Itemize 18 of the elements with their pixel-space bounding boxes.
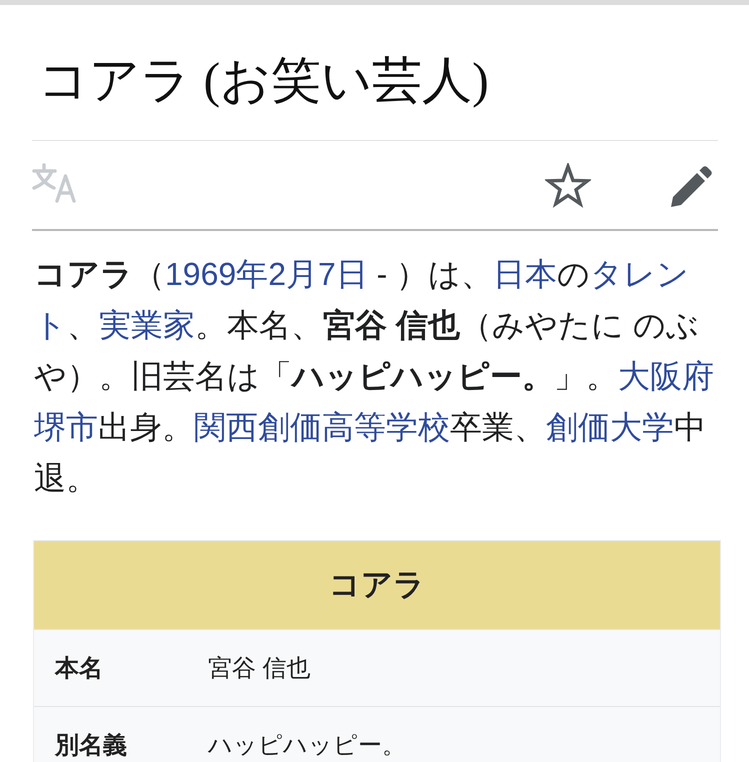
inline-link[interactable]: 関西創価高等学校 bbox=[194, 409, 450, 445]
inline-link[interactable]: 大阪府 bbox=[618, 358, 714, 394]
infobox-label: 別名義 bbox=[55, 731, 128, 761]
star-icon[interactable] bbox=[545, 163, 591, 209]
infobox-label: 本名 bbox=[55, 654, 104, 684]
infobox-value: 宮谷 信也 bbox=[208, 654, 311, 684]
inline-link[interactable]: タレン bbox=[590, 256, 690, 292]
inline-link[interactable]: 創価大学 bbox=[546, 409, 674, 445]
page-title: コアラ (お笑い芸人) bbox=[38, 51, 490, 110]
inline-link[interactable]: ト bbox=[34, 307, 67, 343]
inline-link[interactable]: 堺市 bbox=[34, 409, 98, 445]
inline-link[interactable]: 実業家 bbox=[99, 307, 195, 343]
intro-paragraph: コアラ（1969年2月7日 - ）は、日本の タレン ト、実業家。本名、宮谷 信也（みやたに のぶや）。旧芸名は「ハッピハッピー。」。大阪府 堺市出身。関西創価高等学校卒業、創価大学中退。 bbox=[34, 255, 714, 498]
infobox-title: コアラ bbox=[34, 541, 720, 629]
inline-link[interactable]: 日本 bbox=[493, 256, 558, 292]
inline-link[interactable]: 1969年2月7日 bbox=[165, 256, 368, 292]
infobox-value: ハッピハッピー。 bbox=[208, 731, 406, 761]
edit-pencil-icon[interactable] bbox=[670, 166, 712, 208]
